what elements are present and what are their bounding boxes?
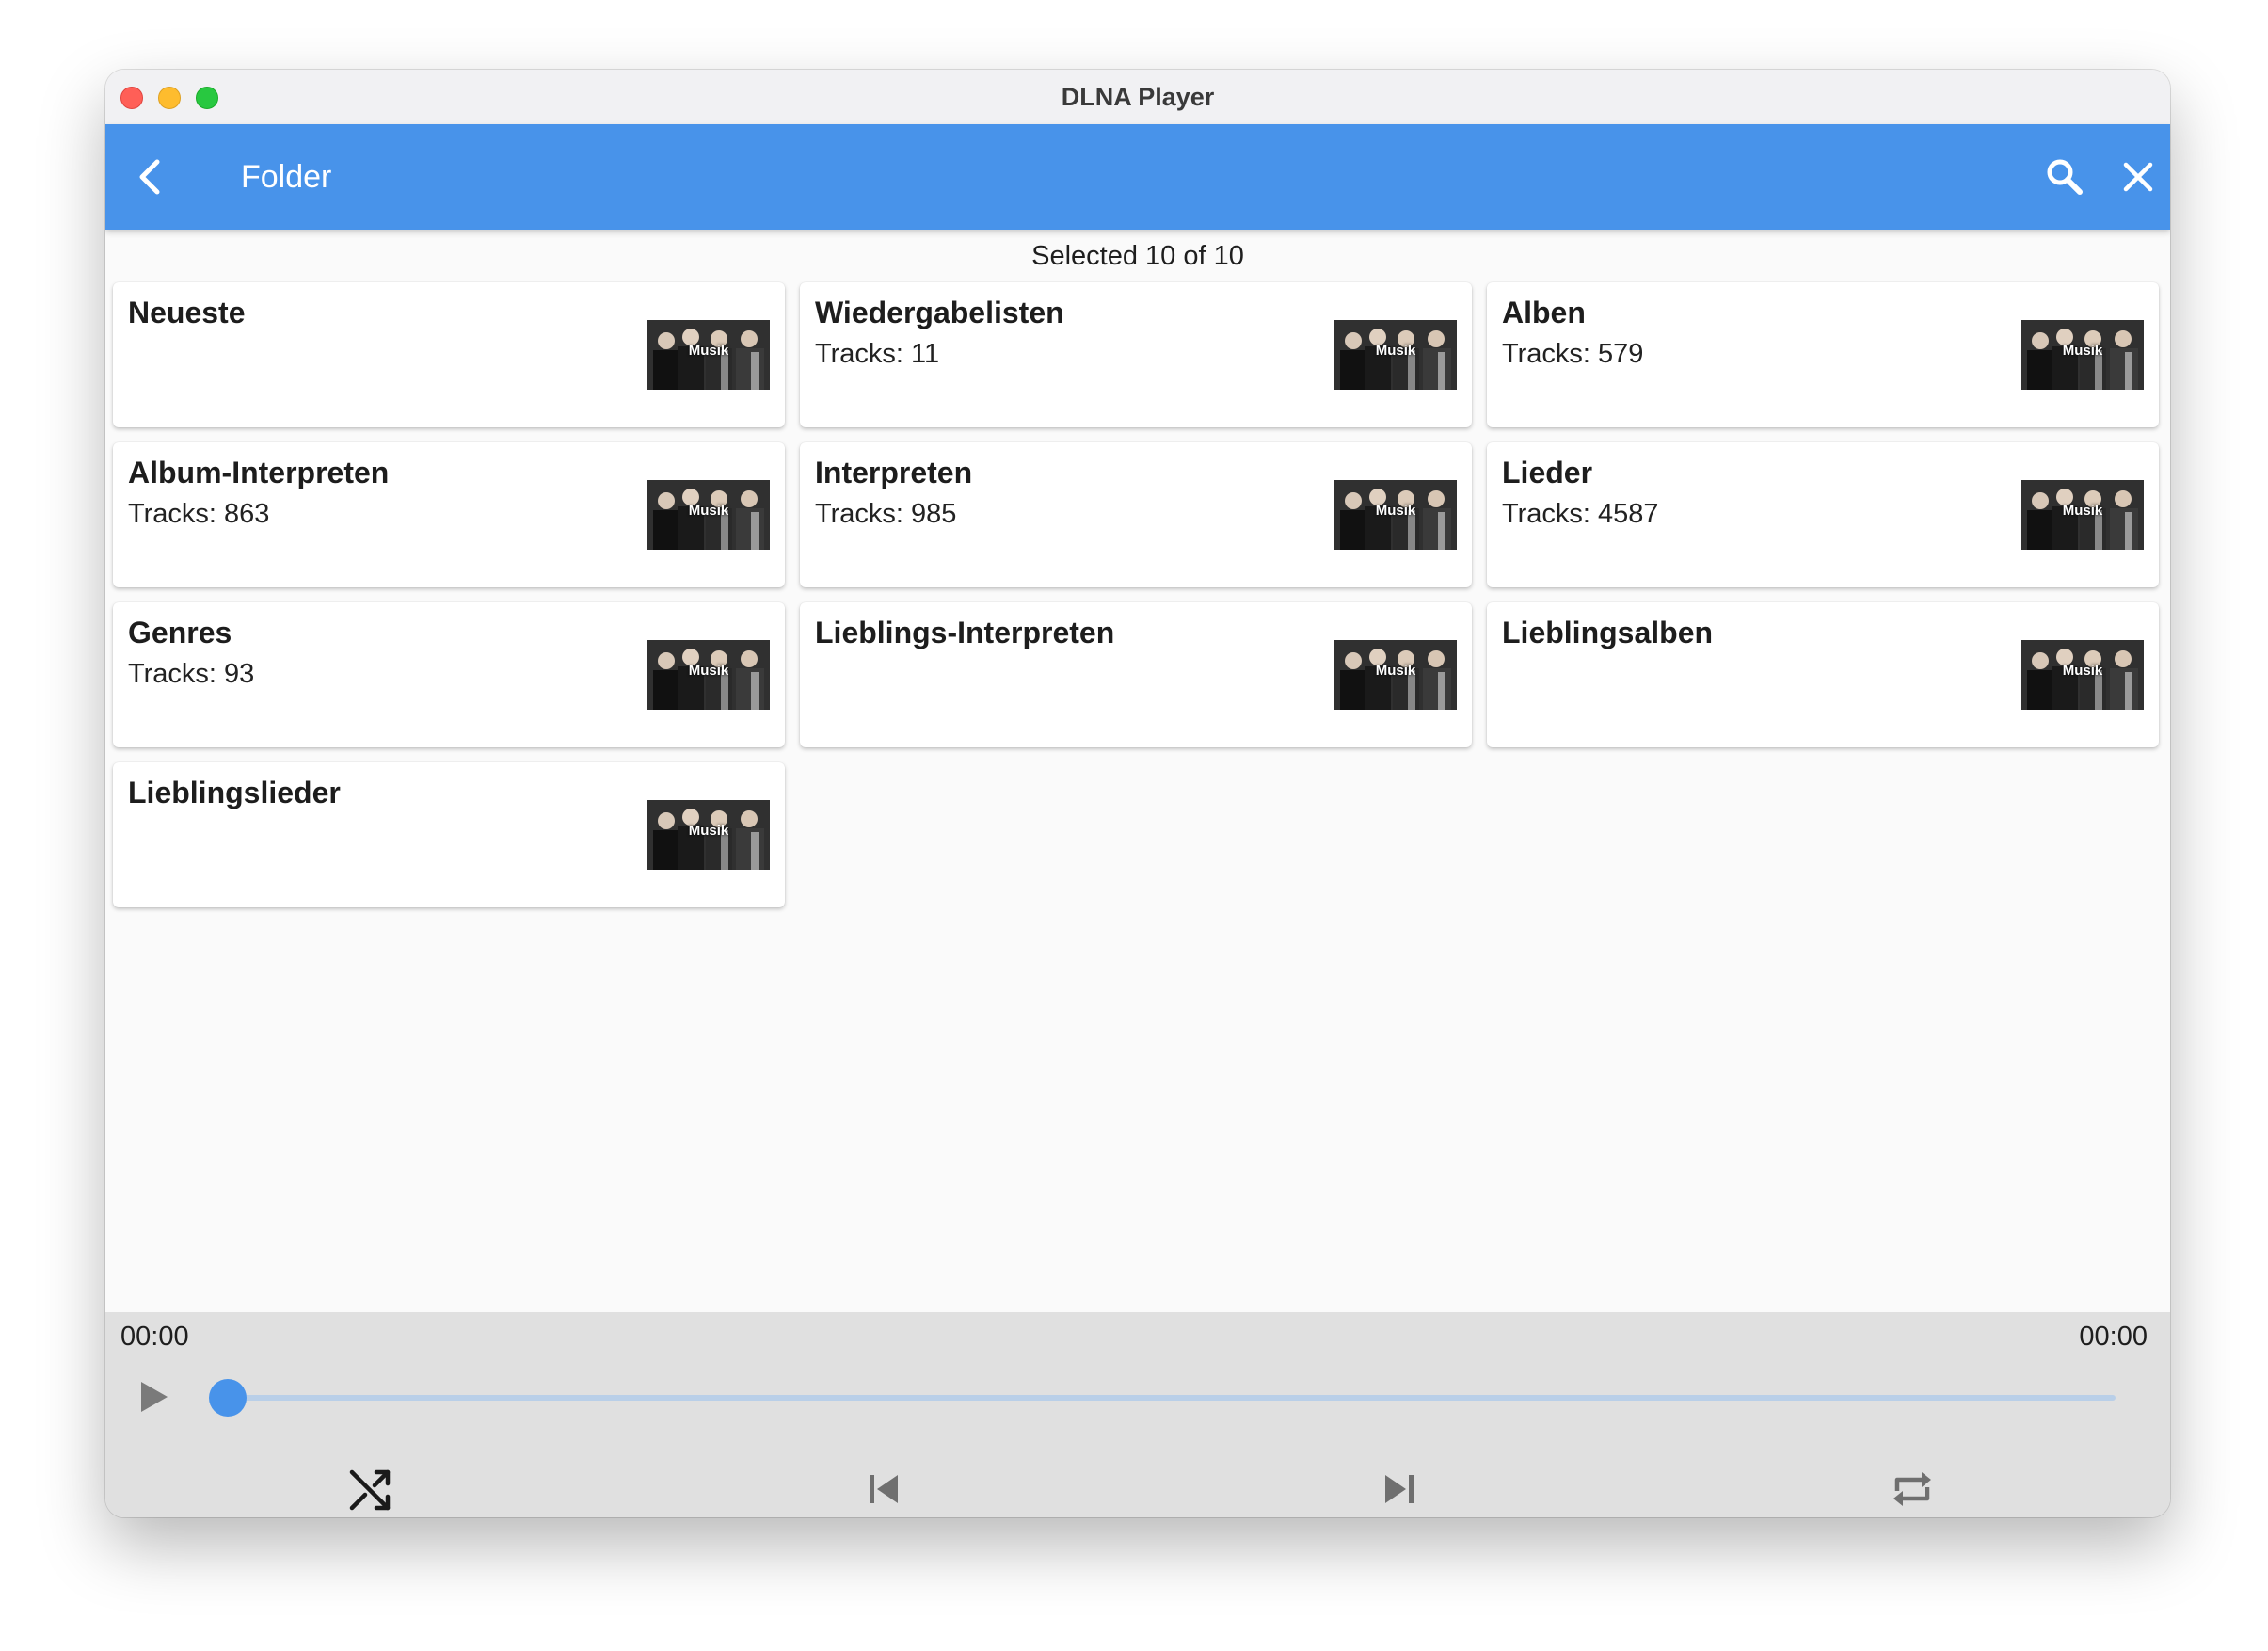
folder-card[interactable]: Alben Tracks: 579 Musik [1487,282,2159,427]
folder-name: Wiedergabelisten [815,296,1064,329]
search-icon [2047,159,2083,195]
folder-thumbnail: Musik [2021,320,2144,390]
folder-thumbnail: Musik [2021,480,2144,550]
skip-next-icon [1385,1475,1414,1503]
folder-name: Lieblings-Interpreten [815,616,1115,649]
shuffle-icon [349,1469,391,1511]
folder-card[interactable]: Neueste Musik [113,282,785,427]
shuffle-button[interactable] [346,1465,395,1514]
folder-card[interactable]: Lieder Tracks: 4587 Musik [1487,442,2159,587]
seek-slider-thumb[interactable] [209,1379,247,1417]
folder-track-count: Tracks: 11 [815,339,940,369]
folder-card[interactable]: Lieblingslieder Musik [113,762,785,907]
folder-name: Alben [1502,296,1586,329]
folder-name: Genres [128,616,232,649]
folder-thumbnail: Musik [647,800,770,870]
play-icon [141,1382,168,1412]
thumbnail-label: Musik [688,823,729,839]
folder-name: Lieblingsalben [1502,616,1714,649]
previous-button[interactable] [860,1465,909,1514]
folder-card[interactable]: Genres Tracks: 93 Musik [113,602,785,747]
arrow-back-icon [139,159,160,195]
app-bar: Folder [105,124,2170,230]
app-window: DLNA Player Folder Selected 10 of 10 Neu… [105,70,2170,1517]
search-button[interactable] [2044,156,2085,198]
folder-track-count: Tracks: 863 [128,499,270,529]
folder-name: Album-Interpreten [128,456,390,489]
folder-thumbnail: Musik [1334,320,1457,390]
folder-name: Lieblingslieder [128,776,341,809]
repeat-button[interactable] [1888,1465,1937,1514]
folder-name: Neueste [128,296,246,329]
play-button[interactable] [132,1376,173,1418]
folder-thumbnail: Musik [647,320,770,390]
folder-thumbnail: Musik [1334,480,1457,550]
skip-previous-icon [870,1475,898,1503]
folder-track-count: Tracks: 4587 [1502,499,1659,529]
thumbnail-label: Musik [2062,503,2103,519]
player-panel: 00:00 00:00 [105,1312,2170,1517]
position-time: 00:00 [120,1322,189,1352]
thumbnail-label: Musik [1375,343,1416,359]
back-button[interactable] [128,154,173,200]
folder-card[interactable]: Album-Interpreten Tracks: 863 Musik [113,442,785,587]
folder-thumbnail: Musik [2021,640,2144,710]
thumbnail-label: Musik [1375,503,1416,519]
folder-card[interactable]: Lieblingsalben Musik [1487,602,2159,747]
window-title: DLNA Player [1061,83,1215,111]
folder-card[interactable]: Interpreten Tracks: 985 Musik [800,442,1472,587]
folder-track-count: Tracks: 985 [815,499,957,529]
folder-track-count: Tracks: 93 [128,659,255,689]
folder-grid: Neueste Musik Wiedergabelisten Tracks: 1… [113,282,2163,907]
repeat-icon [1893,1472,1931,1506]
thumbnail-label: Musik [688,503,729,519]
folder-card[interactable]: Lieblings-Interpreten Musik [800,602,1472,747]
thumbnail-label: Musik [2062,343,2103,359]
thumbnail-label: Musik [1375,663,1416,679]
folder-thumbnail: Musik [1334,640,1457,710]
folder-card[interactable]: Wiedergabelisten Tracks: 11 Musik [800,282,1472,427]
close-button[interactable] [2117,156,2159,198]
page-title: Folder [241,159,332,195]
selection-count: Selected 10 of 10 [1031,241,1244,271]
seek-slider[interactable] [209,1379,2116,1417]
thumbnail-label: Musik [2062,663,2103,679]
folder-track-count: Tracks: 579 [1502,339,1644,369]
close-icon [2123,162,2153,192]
next-button[interactable] [1374,1465,1423,1514]
duration-time: 00:00 [2079,1322,2148,1352]
title-bar: DLNA Player [105,70,2170,125]
folder-name: Interpreten [815,456,973,489]
folder-thumbnail: Musik [647,640,770,710]
folder-name: Lieder [1502,456,1593,489]
thumbnail-label: Musik [688,343,729,359]
folder-thumbnail: Musik [647,480,770,550]
thumbnail-label: Musik [688,663,729,679]
